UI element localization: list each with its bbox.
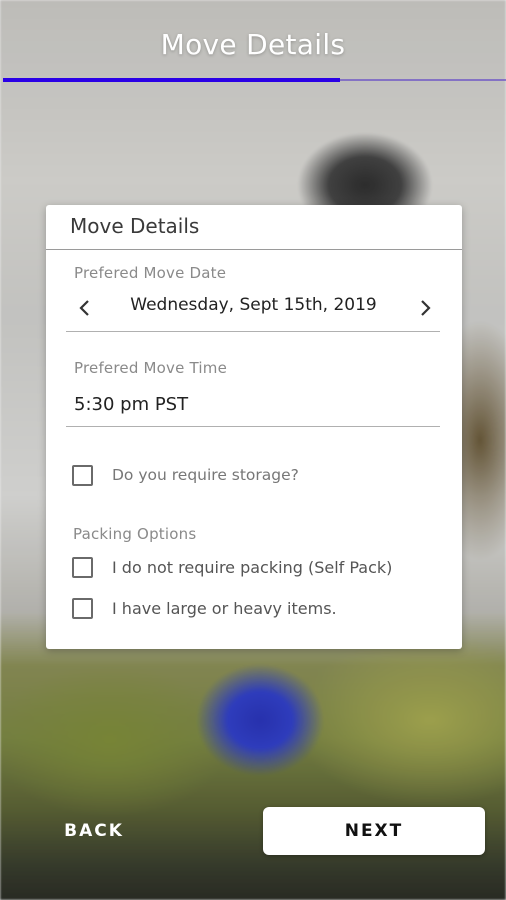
move-date-label: Prefered Move Date [74, 264, 227, 282]
packing-options-label: Packing Options [73, 525, 197, 543]
divider [46, 249, 462, 250]
packing-option-self-pack[interactable]: I do not require packing (Self Pack) [72, 557, 442, 583]
chevron-right-icon[interactable] [413, 296, 437, 320]
chevron-left-icon[interactable] [73, 296, 97, 320]
move-date-picker: Wednesday, Sept 15th, 2019 [66, 290, 440, 330]
self-pack-checkbox[interactable] [72, 557, 93, 578]
heavy-items-checkbox[interactable] [72, 598, 93, 619]
move-details-card: Move Details Prefered Move Date Wednesda… [46, 205, 462, 649]
storage-option[interactable]: Do you require storage? [72, 465, 442, 491]
storage-checkbox-label: Do you require storage? [112, 466, 299, 484]
time-field-underline [66, 426, 440, 427]
move-date-value[interactable]: Wednesday, Sept 15th, 2019 [106, 295, 401, 315]
storage-checkbox[interactable] [72, 465, 93, 486]
next-button[interactable]: NEXT [263, 807, 485, 855]
move-time-field[interactable]: 5:30 pm PST [74, 394, 188, 415]
self-pack-label: I do not require packing (Self Pack) [112, 558, 393, 577]
header: Move Details [0, 0, 506, 90]
back-button[interactable]: BACK [36, 808, 152, 854]
packing-option-heavy-items[interactable]: I have large or heavy items. [72, 598, 442, 624]
heavy-items-label: I have large or heavy items. [112, 599, 337, 618]
date-field-underline [66, 331, 440, 332]
page-title: Move Details [160, 28, 346, 61]
progress-bar [3, 78, 340, 82]
move-time-label: Prefered Move Time [74, 359, 228, 377]
card-title: Move Details [70, 214, 200, 238]
